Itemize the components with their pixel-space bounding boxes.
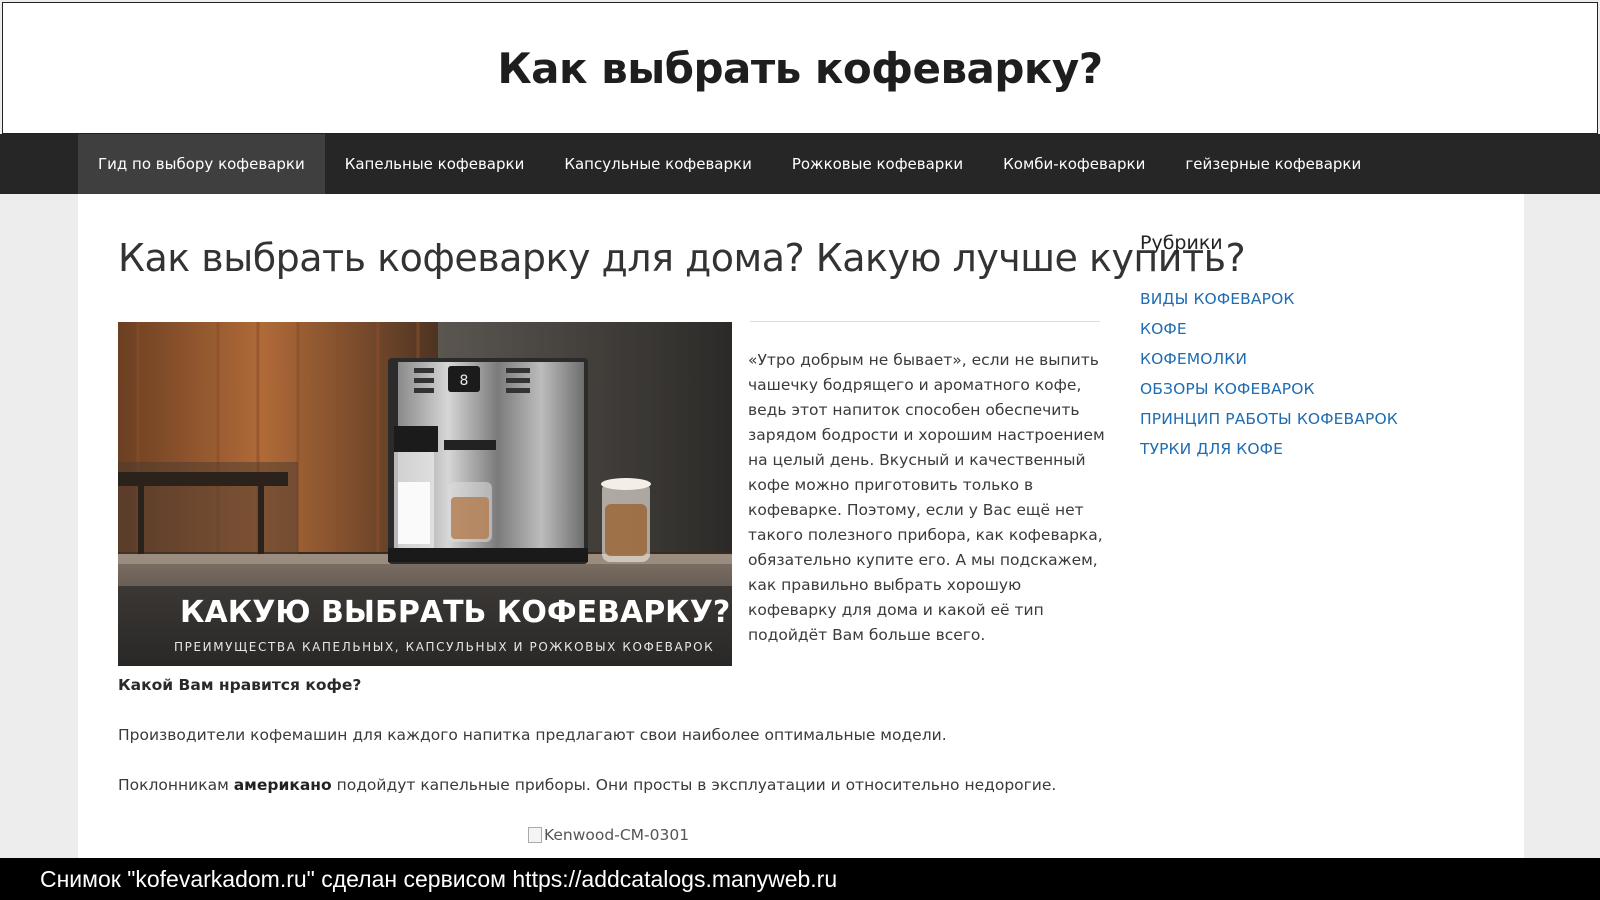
category-link-grinders[interactable]: КОФЕМОЛКИ — [1140, 344, 1500, 374]
hero-image: 8 КАКУЮ ВЫБРАТЬ КОФЕВАРКУ? ПРЕИМУЩЕСТВА … — [118, 322, 732, 666]
site-header: Как выбрать кофеварку? — [2, 2, 1598, 134]
main-content: Как выбрать кофеварку для дома? Какую лу… — [78, 194, 1524, 858]
divider — [750, 321, 1100, 322]
paragraph-americano-end: подойдут капельные приборы. Они просты в… — [331, 776, 1057, 794]
category-link-types[interactable]: ВИДЫ КОФЕВАРОК — [1140, 284, 1500, 314]
category-link-coffee[interactable]: КОФЕ — [1140, 314, 1500, 344]
footer-text: Снимок "kofevarkadom.ru" сделан сервисом… — [40, 865, 838, 892]
intro-paragraph: «Утро добрым не бывает», если не выпить … — [748, 351, 1105, 644]
nav-item-drip[interactable]: Капельные кофеварки — [325, 134, 545, 194]
section-question: Какой Вам нравится кофе? — [118, 676, 362, 694]
intro-text: «Утро добрым не бывает», если не выпить … — [748, 348, 1108, 648]
snapshot-footer: Снимок "kofevarkadom.ru" сделан сервисом… — [0, 858, 1600, 900]
category-link-principle[interactable]: ПРИНЦИП РАБОТЫ КОФЕВАРОК — [1140, 404, 1500, 434]
sidebar-title: Рубрики — [1140, 232, 1223, 254]
svg-text:8: 8 — [460, 373, 469, 389]
americano-bold: американо — [233, 776, 332, 794]
nav-item-capsule[interactable]: Капсульные кофеварки — [544, 134, 772, 194]
broken-image-icon — [528, 827, 542, 843]
category-list: ВИДЫ КОФЕВАРОК КОФЕ КОФЕМОЛКИ ОБЗОРЫ КОФ… — [1140, 284, 1500, 464]
post-title: Как выбрать кофеварку для дома? Какую лу… — [118, 236, 1246, 280]
category-link-turks[interactable]: ТУРКИ ДЛЯ КОФЕ — [1140, 434, 1500, 464]
nav-item-geyser[interactable]: гейзерные кофеварки — [1165, 134, 1381, 194]
site-title[interactable]: Как выбрать кофеварку? — [497, 44, 1103, 93]
category-link-reviews[interactable]: ОБЗОРЫ КОФЕВАРОК — [1140, 374, 1500, 404]
hero-heading: КАКУЮ ВЫБРАТЬ КОФЕВАРКУ? — [180, 595, 731, 630]
nav-item-guide[interactable]: Гид по выбору кофеварки — [78, 134, 325, 194]
nav-item-combi[interactable]: Комби-кофеварки — [983, 134, 1165, 194]
main-nav: Гид по выбору кофеварки Капельные кофева… — [0, 134, 1600, 194]
broken-image-alt: Kenwood-CM-0301 — [544, 826, 690, 844]
broken-image: Kenwood-CM-0301 — [528, 826, 689, 844]
nav-item-espresso[interactable]: Рожковые кофеварки — [772, 134, 983, 194]
hero-subheading: ПРЕИМУЩЕСТВА КАПЕЛЬНЫХ, КАПСУЛЬНЫХ И РОЖ… — [174, 640, 715, 654]
sidebar: Рубрики ВИДЫ КОФЕВАРОК КОФЕ КОФЕМОЛКИ ОБ… — [1140, 232, 1500, 464]
paragraph-manufacturers: Производители кофемашин для каждого напи… — [118, 726, 947, 744]
paragraph-americano: Поклонникам американо подойдут капельные… — [118, 776, 1056, 794]
paragraph-americano-start: Поклонникам — [118, 776, 234, 794]
